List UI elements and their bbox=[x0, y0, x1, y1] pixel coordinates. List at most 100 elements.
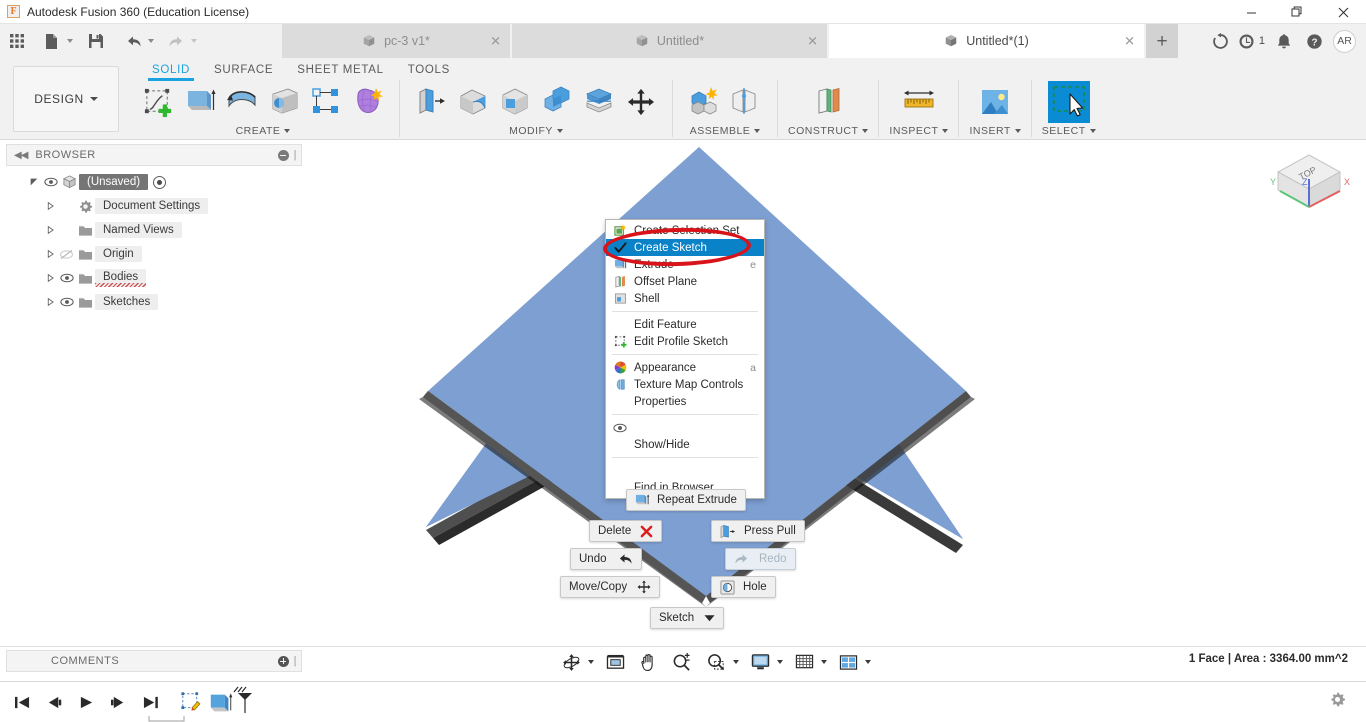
undo-icon[interactable] bbox=[121, 24, 145, 58]
ribbon-group-insert-label[interactable]: INSERT bbox=[969, 125, 1021, 137]
comments-resize-grip[interactable]: | bbox=[294, 655, 297, 667]
timeline-settings-gear-icon[interactable] bbox=[1329, 691, 1346, 713]
select-tool-button[interactable] bbox=[1045, 80, 1093, 124]
expand-arrow-right-icon[interactable] bbox=[42, 249, 58, 259]
tab-sheet-metal[interactable]: SHEET METAL bbox=[285, 58, 396, 81]
move-copy-button[interactable] bbox=[620, 80, 662, 124]
help-icon[interactable]: ? bbox=[1299, 24, 1329, 58]
marking-menu-repeat-extrude[interactable]: Repeat Extrude bbox=[626, 489, 746, 511]
visibility-eye-icon[interactable] bbox=[58, 273, 75, 283]
expand-arrow-right-icon[interactable] bbox=[42, 225, 58, 235]
new-tab-button[interactable]: + bbox=[1146, 24, 1178, 58]
marking-menu-sketch[interactable]: Sketch bbox=[650, 607, 725, 629]
document-tab-close-icon[interactable]: ✕ bbox=[490, 35, 501, 48]
display-settings-icon[interactable] bbox=[749, 649, 772, 675]
context-menu[interactable]: Create Selection Set Create Sketch Extru… bbox=[605, 219, 765, 499]
tree-item-named-views[interactable]: Named Views bbox=[6, 218, 302, 242]
notifications-icon[interactable] bbox=[1269, 24, 1299, 58]
menu-item-edit-feature[interactable]: Edit Feature bbox=[606, 316, 764, 333]
create-form-button[interactable] bbox=[347, 80, 389, 124]
marking-menu-undo[interactable]: Undo bbox=[570, 548, 642, 570]
timeline-marker[interactable] bbox=[230, 684, 256, 719]
grid-apps-icon[interactable] bbox=[0, 24, 34, 58]
avatar[interactable]: AR bbox=[1333, 29, 1356, 53]
browser-resize-grip[interactable]: | bbox=[294, 149, 297, 161]
ribbon-group-construct-label[interactable]: CONSTRUCT bbox=[788, 125, 869, 137]
tree-item-sketches[interactable]: Sketches bbox=[6, 290, 302, 314]
ribbon-group-select-label[interactable]: SELECT bbox=[1042, 125, 1096, 137]
tree-item-bodies[interactable]: Bodies bbox=[6, 266, 302, 290]
offset-face-button[interactable] bbox=[578, 80, 620, 124]
measure-button[interactable] bbox=[895, 80, 943, 124]
marking-menu-move-copy[interactable]: Move/Copy bbox=[560, 576, 661, 598]
document-tab-1[interactable]: Untitled* ✕ bbox=[512, 24, 827, 58]
joint-button[interactable] bbox=[725, 80, 767, 124]
viewport-canvas[interactable]: TOP X Y Z bbox=[306, 141, 1366, 646]
step-back-icon[interactable] bbox=[42, 689, 66, 715]
maximize-button[interactable] bbox=[1274, 0, 1320, 24]
visibility-eye-off-icon[interactable] bbox=[58, 249, 75, 260]
viewports-dropdown-caret-icon[interactable] bbox=[865, 660, 871, 664]
tree-item-origin[interactable]: Origin bbox=[6, 242, 302, 266]
insert-image-button[interactable] bbox=[971, 80, 1019, 124]
document-tab-2[interactable]: Untitled*(1) ✕ bbox=[829, 24, 1144, 58]
minimize-button[interactable] bbox=[1228, 0, 1274, 24]
expand-arrow-right-icon[interactable] bbox=[42, 273, 58, 283]
menu-item-extrude[interactable]: Extrude e bbox=[606, 256, 764, 273]
undo-dropdown-caret-icon[interactable] bbox=[148, 39, 154, 43]
menu-item-offset-plane[interactable]: Offset Plane bbox=[606, 273, 764, 290]
tab-surface[interactable]: SURFACE bbox=[202, 58, 285, 81]
menu-item-show-hide[interactable] bbox=[606, 419, 764, 436]
grid-snaps-icon[interactable] bbox=[793, 649, 816, 675]
ribbon-group-assemble-label[interactable]: ASSEMBLE bbox=[690, 125, 761, 137]
menu-item-shell[interactable]: Shell bbox=[606, 290, 764, 307]
shell-button[interactable] bbox=[494, 80, 536, 124]
go-to-beginning-icon[interactable] bbox=[10, 689, 34, 715]
marking-menu-hole[interactable]: Hole bbox=[711, 576, 776, 598]
new-component-button[interactable] bbox=[683, 80, 725, 124]
document-tab-close-icon[interactable]: ✕ bbox=[1124, 35, 1135, 48]
menu-item-texture-map-controls[interactable]: Texture Map Controls bbox=[606, 376, 764, 393]
document-tab-0[interactable]: pc-3 v1* ✕ bbox=[282, 24, 510, 58]
orbit-dropdown-caret-icon[interactable] bbox=[588, 660, 594, 664]
model-body[interactable] bbox=[306, 141, 1366, 646]
tree-item-document-settings[interactable]: Document Settings bbox=[6, 194, 302, 218]
menu-item-selectable-unselectable[interactable]: Show/Hide bbox=[606, 436, 764, 453]
fillet-button[interactable] bbox=[452, 80, 494, 124]
ribbon-group-inspect-label[interactable]: INSPECT bbox=[889, 125, 949, 137]
menu-item-find-in-browser[interactable] bbox=[606, 462, 764, 479]
menu-item-create-selection-set[interactable]: Create Selection Set bbox=[606, 222, 764, 239]
menu-item-appearance[interactable]: Appearance a bbox=[606, 359, 764, 376]
zoom-window-dropdown-caret-icon[interactable] bbox=[733, 660, 739, 664]
viewports-icon[interactable] bbox=[837, 649, 860, 675]
browser-minimize-icon[interactable] bbox=[277, 149, 289, 161]
press-pull-button[interactable] bbox=[410, 80, 452, 124]
zoom-icon[interactable] bbox=[670, 649, 693, 675]
marking-menu-press-pull[interactable]: Press Pull bbox=[711, 520, 805, 542]
menu-item-properties[interactable]: Properties bbox=[606, 393, 764, 410]
add-comment-icon[interactable] bbox=[277, 655, 289, 667]
redo-dropdown-caret-icon[interactable] bbox=[191, 39, 197, 43]
pan-hand-icon[interactable] bbox=[637, 649, 660, 675]
expand-arrow-right-icon[interactable] bbox=[42, 297, 58, 307]
ribbon-group-modify-label[interactable]: MODIFY bbox=[509, 125, 563, 137]
save-icon[interactable] bbox=[81, 24, 111, 58]
pattern-button[interactable] bbox=[305, 80, 347, 124]
orbit-icon[interactable] bbox=[560, 649, 583, 675]
tab-solid[interactable]: SOLID bbox=[140, 58, 202, 81]
fit-icon[interactable] bbox=[604, 649, 627, 675]
menu-item-edit-profile-sketch[interactable]: Edit Profile Sketch bbox=[606, 333, 764, 350]
grid-snaps-dropdown-caret-icon[interactable] bbox=[821, 660, 827, 664]
revolve-button[interactable] bbox=[221, 80, 263, 124]
create-sketch-button[interactable] bbox=[137, 80, 179, 124]
expand-arrow-down-icon[interactable] bbox=[26, 177, 42, 187]
marking-menu-redo[interactable]: Redo bbox=[725, 548, 796, 570]
document-tab-close-icon[interactable]: ✕ bbox=[807, 35, 818, 48]
extrude-button[interactable] bbox=[179, 80, 221, 124]
tree-item-root[interactable]: (Unsaved) bbox=[6, 170, 302, 194]
job-status-icon[interactable] bbox=[1236, 24, 1258, 58]
play-icon[interactable] bbox=[74, 689, 98, 715]
collapse-panel-icon[interactable]: ◀◀ bbox=[14, 150, 28, 161]
new-file-dropdown-caret-icon[interactable] bbox=[67, 39, 73, 43]
expand-arrow-right-icon[interactable] bbox=[42, 201, 58, 211]
